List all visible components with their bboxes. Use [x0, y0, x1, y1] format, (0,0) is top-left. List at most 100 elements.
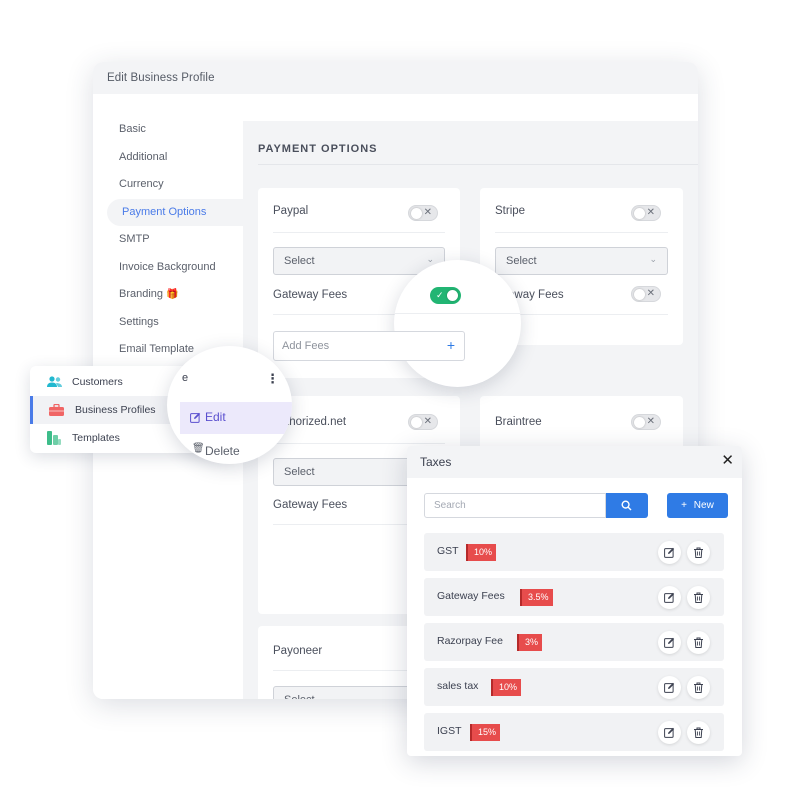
select-value: Select — [284, 466, 315, 478]
stripe-fees-toggle[interactable]: ✕ — [631, 286, 661, 302]
tax-name: Gateway Fees — [437, 590, 505, 602]
stripe-toggle[interactable]: ✕ — [631, 205, 661, 221]
edit-button[interactable] — [658, 721, 681, 744]
trash-icon — [694, 727, 703, 738]
sidebar-item-label: Branding — [119, 288, 164, 300]
delete-button[interactable] — [687, 631, 710, 654]
toggle-knob — [634, 417, 645, 428]
taxes-title: Taxes — [407, 446, 742, 478]
edit-icon — [664, 682, 675, 693]
select-value: Select — [284, 255, 315, 267]
new-label: New — [693, 500, 714, 511]
menu-item-templates[interactable]: Templates — [30, 424, 190, 452]
plus-icon: + — [681, 500, 688, 511]
sidebar-item-settings[interactable]: Settings — [93, 309, 243, 337]
taxes-dialog: Taxes ✕ Search + New GST 10% Gateway Fee… — [407, 446, 742, 756]
chevron-down-icon: ⌄ — [426, 254, 434, 264]
gateway-name: Stripe — [495, 205, 526, 217]
stripe-select[interactable]: Select ⌄ — [495, 247, 668, 275]
toggle-knob — [447, 290, 458, 301]
more-icon[interactable]: ⋮ — [266, 371, 279, 387]
edit-button[interactable] — [658, 586, 681, 609]
delete-button[interactable] — [687, 586, 710, 609]
tax-name: Razorpay Fee — [437, 635, 503, 647]
sidebar-item-smtp[interactable]: SMTP — [93, 226, 243, 254]
truncated-text: e — [182, 372, 189, 384]
authorized-net-toggle[interactable]: ✕ — [408, 414, 438, 430]
gateway-fees-label: Gateway Fees — [273, 289, 348, 301]
delete-button[interactable] — [687, 721, 710, 744]
edit-icon — [664, 727, 675, 738]
gateway-fees-label: Gateway Fees — [273, 499, 348, 511]
edit-menu-item[interactable]: Edit — [180, 402, 292, 434]
braintree-toggle[interactable]: ✕ — [631, 414, 661, 430]
window-title: Edit Business Profile — [93, 62, 698, 94]
edit-button[interactable] — [658, 676, 681, 699]
gateway-name: Payoneer — [273, 645, 323, 657]
add-icon[interactable]: + — [447, 337, 455, 353]
sidebar-item-payment-options[interactable]: Payment Options — [107, 198, 243, 226]
edit-icon — [664, 592, 675, 603]
add-fees-input[interactable]: Add Fees + — [273, 331, 465, 361]
templates-icon — [47, 431, 61, 445]
tax-row: Razorpay Fee 3% — [424, 623, 724, 661]
new-tax-button[interactable]: + New — [667, 493, 728, 518]
close-icon: ✕ — [423, 416, 432, 427]
search-icon — [621, 500, 632, 511]
check-icon: ✓ — [436, 290, 444, 300]
sidebar-item-basic[interactable]: Basic — [93, 116, 243, 144]
menu-item-customers[interactable]: Customers — [30, 368, 190, 396]
tax-row: IGST 15% — [424, 713, 724, 751]
sidebar-item-currency[interactable]: Currency — [93, 171, 243, 199]
tax-row: GST 10% — [424, 533, 724, 571]
tax-name: IGST — [437, 725, 462, 737]
trash-icon — [694, 592, 703, 603]
sidebar-item-additional[interactable]: Additional — [93, 144, 243, 172]
toggle-knob — [411, 208, 422, 219]
tax-search-input[interactable]: Search — [424, 493, 606, 518]
section-title: PAYMENT OPTIONS — [258, 143, 378, 155]
tax-rate-badge: 15% — [470, 724, 501, 741]
tax-rate-badge: 3% — [517, 634, 543, 651]
divider — [394, 313, 521, 314]
edit-button[interactable] — [658, 541, 681, 564]
paypal-toggle[interactable]: ✕ — [408, 205, 438, 221]
delete-button[interactable] — [687, 676, 710, 699]
select-value: Select — [506, 255, 537, 267]
menu-item-label: Templates — [72, 432, 120, 444]
edit-label: Edit — [205, 410, 226, 424]
divider — [273, 232, 445, 233]
sidebar-item-invoice-background[interactable]: Invoice Background — [93, 254, 243, 282]
close-icon: ✕ — [646, 207, 655, 218]
paypal-select[interactable]: Select ⌄ — [273, 247, 445, 275]
delete-menu-item[interactable]: 🗑 Delete — [180, 438, 292, 464]
gateway-fees-toggle[interactable]: ✓ — [430, 287, 461, 304]
edit-button[interactable] — [658, 631, 681, 654]
close-icon[interactable]: ✕ — [721, 452, 734, 470]
divider — [258, 164, 698, 165]
search-button[interactable] — [606, 493, 648, 518]
delete-label: Delete — [205, 444, 240, 458]
toggle-knob — [634, 208, 645, 219]
divider — [495, 232, 668, 233]
chevron-down-icon: ⌄ — [649, 254, 657, 264]
trash-icon — [694, 547, 703, 558]
tax-name: sales tax — [437, 680, 479, 692]
zoom-magnifier-actions: e ⋮ Edit 🗑 Delete — [167, 346, 292, 464]
gateway-name: thorized.net — [286, 416, 347, 428]
tax-row: Gateway Fees 3.5% — [424, 578, 724, 616]
sidebar-item-branding[interactable]: Branding 🎁 — [93, 281, 243, 309]
close-icon: ✕ — [646, 416, 655, 427]
tax-rate-badge: 3.5% — [520, 589, 553, 606]
divider — [495, 314, 668, 315]
tax-name: GST — [437, 545, 459, 557]
delete-button[interactable] — [687, 541, 710, 564]
add-fees-placeholder: Add Fees — [282, 340, 330, 352]
tax-rate-badge: 10% — [466, 544, 497, 561]
toggle-knob — [634, 289, 645, 300]
menu-item-label: Customers — [72, 376, 123, 388]
select-value: Select — [284, 694, 315, 699]
menu-item-business-profiles[interactable]: Business Profiles — [30, 396, 190, 424]
menu-item-label: Business Profiles — [75, 404, 156, 416]
tax-rate-badge: 10% — [491, 679, 522, 696]
